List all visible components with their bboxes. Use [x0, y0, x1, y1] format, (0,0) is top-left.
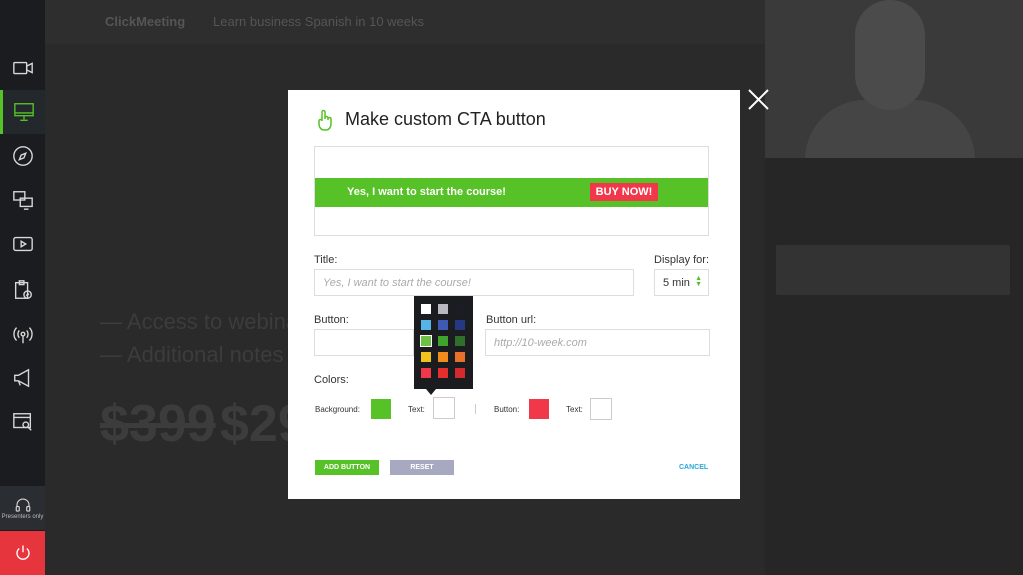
display-for-select[interactable]: 5 min ▲ ▼ — [654, 269, 709, 296]
hand-pointer-icon — [315, 109, 335, 131]
palette-color-swatch[interactable] — [438, 304, 448, 314]
bg-old-price: $399 — [100, 395, 216, 453]
color-divider — [475, 404, 476, 414]
palette-color-swatch[interactable] — [421, 368, 431, 378]
text-color-label: Text: — [408, 405, 425, 414]
palette-color-swatch[interactable] — [438, 368, 448, 378]
button-label: Button: — [314, 314, 349, 326]
app-logo: ClickMeeting — [105, 14, 186, 29]
broadcast-icon[interactable] — [0, 313, 45, 357]
presenter-head — [855, 0, 925, 110]
display-for-label: Display for: — [654, 254, 710, 266]
palette-color-swatch[interactable] — [421, 320, 431, 330]
button-url-label: Button url: — [486, 314, 537, 326]
video-camera-icon[interactable] — [0, 46, 45, 90]
background-color-swatch[interactable] — [371, 399, 391, 419]
event-title: Learn business Spanish in 10 weeks — [213, 14, 425, 29]
compass-icon[interactable] — [0, 134, 45, 178]
presenters-only-toggle[interactable]: Presenters only — [0, 486, 45, 530]
bg-text-line-2: — Additional notes — [100, 342, 284, 367]
cta-preview-button[interactable]: BUY NOW! — [590, 183, 658, 201]
palette-color-swatch[interactable] — [420, 335, 432, 347]
modal-title: Make custom CTA button — [345, 109, 546, 129]
palette-color-swatch[interactable] — [455, 320, 465, 330]
palette-color-swatch[interactable] — [438, 320, 448, 330]
color-picker-pointer — [426, 389, 436, 395]
background-color-label: Background: — [315, 405, 360, 414]
headset-icon — [15, 497, 30, 512]
add-button[interactable]: ADD BUTTON — [315, 460, 379, 475]
cta-preview-text: Yes, I want to start the course! — [347, 186, 506, 198]
palette-color-swatch[interactable] — [438, 336, 448, 346]
title-input[interactable]: Yes, I want to start the course! — [314, 269, 634, 296]
cancel-button[interactable]: CANCEL — [679, 464, 708, 471]
button-color-label: Button: — [494, 405, 520, 414]
screen-share-icon[interactable] — [0, 178, 45, 222]
button-text-input[interactable] — [314, 329, 414, 356]
top-bar: ClickMeeting Learn business Spanish in 1… — [45, 0, 765, 44]
cta-modal: Make custom CTA button Yes, I want to st… — [288, 90, 740, 499]
palette-color-swatch[interactable] — [455, 368, 465, 378]
stepper-arrows-icon: ▲ ▼ — [695, 275, 702, 288]
text-color-swatch[interactable] — [433, 397, 455, 419]
cta-preview: Yes, I want to start the course! BUY NOW… — [314, 146, 709, 236]
presenters-only-label: Presenters only — [1, 513, 44, 520]
power-icon — [15, 545, 30, 560]
button-text-color-label: Text: — [566, 405, 583, 414]
palette-color-swatch[interactable] — [455, 304, 465, 314]
color-picker-popover — [414, 296, 473, 389]
presenter-video — [765, 0, 1023, 158]
reset-button[interactable]: RESET — [390, 460, 454, 475]
button-text-color-swatch[interactable] — [590, 398, 612, 420]
palette-color-swatch[interactable] — [421, 352, 431, 362]
close-icon[interactable] — [748, 89, 769, 110]
megaphone-icon[interactable] — [0, 356, 45, 400]
video-play-icon[interactable] — [0, 222, 45, 266]
palette-color-swatch[interactable] — [455, 336, 465, 346]
power-button[interactable] — [0, 531, 45, 575]
clipboard-check-icon[interactable] — [0, 268, 45, 312]
palette-color-swatch[interactable] — [438, 352, 448, 362]
chat-message — [776, 245, 1010, 295]
palette-color-swatch[interactable] — [421, 304, 431, 314]
title-label: Title: — [314, 254, 338, 266]
search-window-icon[interactable] — [0, 400, 45, 444]
colors-label: Colors: — [314, 374, 349, 386]
left-sidebar: Presenters only — [0, 0, 45, 575]
palette-color-swatch[interactable] — [455, 352, 465, 362]
button-url-input[interactable]: http://10-week.com — [485, 329, 710, 356]
presentation-icon[interactable] — [0, 90, 45, 134]
button-color-swatch[interactable] — [529, 399, 549, 419]
cta-preview-bar: Yes, I want to start the course! BUY NOW… — [315, 178, 708, 207]
display-for-value: 5 min — [663, 277, 690, 289]
bg-text-line-1: — Access to webinar — [100, 309, 306, 334]
